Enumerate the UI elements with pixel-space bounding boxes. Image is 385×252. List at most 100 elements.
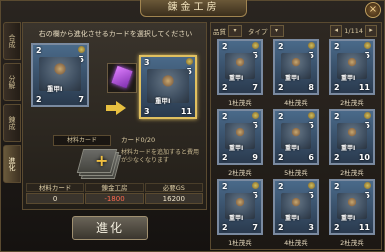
evolve-panel: 右の欄から進化させるカードを選択してください 2 5 重甲I 2 7 3 5 重… (22, 22, 207, 210)
material-label: 材料カード (53, 135, 111, 146)
card-rank: 2 (334, 182, 340, 191)
card-list-panel: 品質 ▾ タイプ ▾ ◂ 1/114 ▸ 2 5 重甲I 2 7 1杜茂兵 2 5 重甲I 2 8 4… (210, 22, 382, 250)
cost-badge-icon (252, 182, 259, 189)
card-name: 重甲I (47, 85, 63, 93)
card-title: 重甲I (341, 75, 356, 82)
evolve-button[interactable]: 進化 (72, 216, 148, 240)
grid-card[interactable]: 2 5 重甲I 2 6 (273, 109, 319, 165)
filter-type-dropdown-icon[interactable]: ▾ (269, 25, 284, 37)
card-rank: 2 (278, 182, 284, 191)
grid-card-name: 5杜茂兵 (284, 169, 308, 177)
card-title: 重甲I (341, 215, 356, 222)
grid-card-name: 4杜茂兵 (284, 99, 308, 107)
card-title: 重甲I (229, 75, 244, 82)
grid-card-name: 2杜茂兵 (228, 169, 252, 177)
cost-badge-icon (186, 58, 193, 65)
card-rank: 2 (334, 112, 340, 121)
close-icon[interactable]: × (365, 2, 381, 18)
source-card[interactable]: 2 5 重甲I 2 7 (31, 43, 89, 107)
prev-page-icon[interactable]: ◂ (330, 25, 343, 37)
next-page-icon[interactable]: ▸ (365, 25, 377, 37)
card-title: 重甲I (285, 145, 300, 152)
card-level: 10 (358, 153, 370, 162)
cost-value-material: 0 (26, 193, 85, 204)
grid-card-name: 1杜茂兵 (228, 99, 252, 107)
instruction-text: 右の欄から進化させるカードを選択してください (38, 30, 193, 38)
grid-card-name: 1杜茂兵 (228, 239, 252, 247)
card-level: 11 (180, 107, 192, 116)
filter-type-label: タイプ (248, 28, 268, 36)
material-card-slot[interactable]: + (76, 147, 122, 179)
cost-badge-icon (252, 112, 259, 119)
window-title: 錬金工房 (140, 0, 247, 17)
filter-quality-dropdown-icon[interactable]: ▾ (228, 25, 242, 37)
card-rank-bottom: 2 (222, 223, 228, 232)
cost-badge-icon (78, 46, 85, 53)
cost-header-required: 必要GS (144, 183, 203, 192)
material-count: カード0/20 (121, 136, 156, 144)
card-level: 8 (308, 83, 314, 92)
card-rank: 2 (278, 112, 284, 121)
card-rank-bottom: 2 (278, 223, 284, 232)
cost-badge-icon (308, 42, 315, 49)
material-info: 材料カードを追加すると費用が少なくなります (121, 149, 200, 164)
card-rank: 2 (222, 112, 228, 121)
card-title: 重甲I (285, 75, 300, 82)
grid-card[interactable]: 2 5 重甲I 2 11 (329, 39, 375, 95)
side-tab-bar: 合成 分解 錬成 進化 (3, 22, 21, 186)
card-title: 重甲I (229, 215, 244, 222)
grid-card[interactable]: 2 5 重甲I 2 7 (217, 39, 263, 95)
card-title: 重甲I (229, 145, 244, 152)
card-rank: 2 (36, 46, 42, 55)
cost-badge-icon (364, 42, 371, 49)
card-rank: 2 (334, 42, 340, 51)
cost-table: 材料カード 錬金工房 必要GS 0 -1800 16200 (26, 183, 204, 204)
filter-quality-label: 品質 (213, 28, 226, 36)
grid-card-name: 2杜茂兵 (340, 239, 364, 247)
card-level: 9 (252, 153, 258, 162)
grid-card[interactable]: 2 5 重甲I 2 10 (329, 109, 375, 165)
card-rank-bottom: 2 (222, 153, 228, 162)
card-rank-bottom: 2 (334, 83, 340, 92)
card-rank-bottom: 2 (278, 153, 284, 162)
card-rank: 2 (222, 42, 228, 51)
cost-badge-icon (252, 42, 259, 49)
cost-badge-icon (308, 112, 315, 119)
card-rank-bottom: 2 (278, 83, 284, 92)
grid-card[interactable]: 2 5 重甲I 2 9 (217, 109, 263, 165)
cost-badge-icon (364, 112, 371, 119)
page-indicator: 1/114 (344, 27, 363, 35)
card-rank-bottom: 2 (334, 153, 340, 162)
result-card: 3 5 重甲I 3 11 (139, 55, 197, 119)
card-rank-bottom: 2 (36, 95, 42, 104)
tab-synthesis[interactable]: 合成 (3, 22, 21, 60)
card-level: 7 (78, 95, 84, 104)
evolve-stone-slot (107, 63, 137, 93)
grid-card[interactable]: 2 5 重甲I 2 3 (273, 179, 319, 235)
grid-card[interactable]: 2 5 重甲I 2 11 (329, 179, 375, 235)
grid-card[interactable]: 2 5 重甲I 2 7 (217, 179, 263, 235)
card-level: 7 (252, 83, 258, 92)
grid-card[interactable]: 2 5 重甲I 2 8 (273, 39, 319, 95)
card-level: 11 (358, 83, 370, 92)
cost-header-workshop: 錬金工房 (85, 183, 144, 192)
card-level: 6 (308, 153, 314, 162)
tab-evolve[interactable]: 進化 (3, 145, 21, 183)
tab-disassemble[interactable]: 分解 (3, 63, 21, 101)
card-level: 7 (252, 223, 258, 232)
evolve-arrow-bar (106, 105, 116, 111)
card-rank: 2 (278, 42, 284, 51)
cost-badge-icon (364, 182, 371, 189)
cost-value-workshop: -1800 (85, 193, 144, 204)
grid-card-name: 2杜茂兵 (340, 169, 364, 177)
card-rank: 2 (222, 182, 228, 191)
plus-icon: + (95, 151, 109, 170)
card-level: 3 (308, 223, 314, 232)
tab-refine[interactable]: 錬成 (3, 104, 21, 142)
card-rank: 3 (144, 58, 150, 67)
pager: ◂ 1/114 ▸ (328, 25, 379, 37)
card-level: 11 (358, 223, 370, 232)
grid-card-name: 4杜茂兵 (284, 239, 308, 247)
card-title: 重甲I (341, 145, 356, 152)
grid-card-name: 2杜茂兵 (340, 99, 364, 107)
